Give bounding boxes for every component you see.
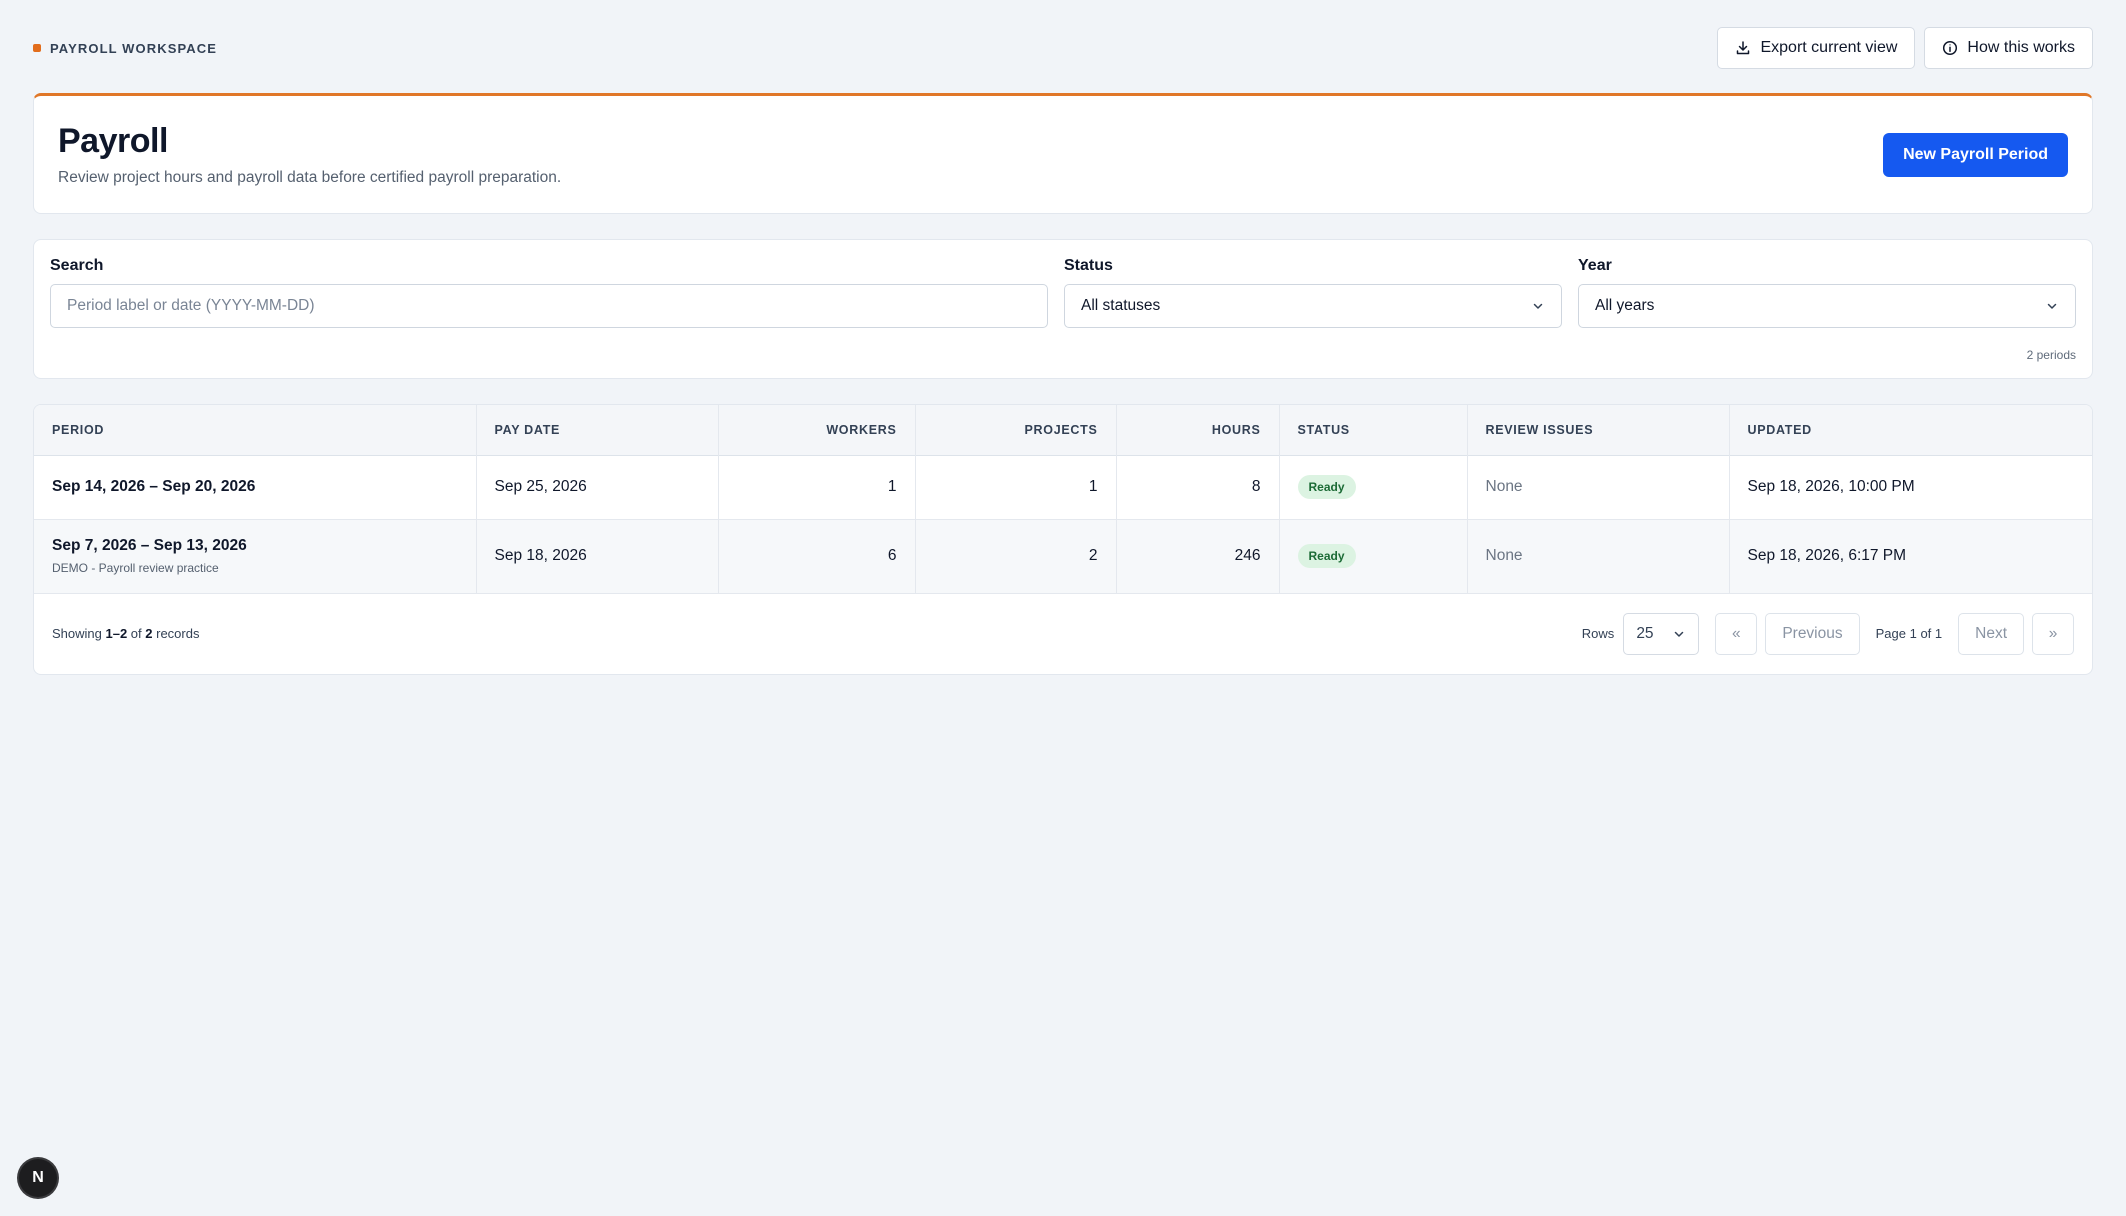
showing-range: 1–2 bbox=[105, 626, 128, 641]
showing-total: 2 bbox=[145, 626, 153, 641]
page-info: Page 1 of 1 bbox=[1875, 626, 1943, 641]
info-icon bbox=[1943, 40, 1958, 56]
search-field: Search bbox=[50, 257, 1048, 328]
workers-cell: 6 bbox=[718, 519, 916, 593]
showing-suffix: records bbox=[152, 626, 200, 641]
search-input[interactable] bbox=[50, 284, 1048, 328]
first-page-button[interactable]: « bbox=[1715, 612, 1758, 655]
column-header-review-issues[interactable]: REVIEW ISSUES bbox=[1467, 405, 1730, 455]
table-row[interactable]: Sep 14, 2026 – Sep 20, 2026 Sep 25, 2026… bbox=[34, 455, 2092, 519]
page-subtitle: Review project hours and payroll data be… bbox=[58, 169, 562, 186]
column-header-projects[interactable]: PROJECTS bbox=[915, 405, 1117, 455]
hours-cell: 246 bbox=[1116, 519, 1280, 593]
download-icon bbox=[1737, 41, 1750, 55]
filter-card: Search Status All statuses Year All year… bbox=[33, 239, 2093, 379]
new-payroll-period-button[interactable]: New Payroll Period bbox=[1883, 132, 2068, 177]
payroll-table-card: PERIOD PAY DATE WORKERS PROJECTS HOURS S… bbox=[33, 404, 2093, 675]
next-page-button[interactable]: Next bbox=[1958, 612, 2024, 655]
column-header-workers[interactable]: WORKERS bbox=[718, 405, 916, 455]
updated-cell: Sep 18, 2026, 6:17 PM bbox=[1747, 547, 1907, 564]
year-select-value: All years bbox=[1595, 297, 1655, 314]
column-header-hours[interactable]: HOURS bbox=[1116, 405, 1280, 455]
projects-cell: 1 bbox=[915, 455, 1117, 519]
chevron-down-icon bbox=[1675, 631, 1684, 637]
export-label: Export current view bbox=[1760, 39, 1898, 56]
workspace-indicator: PAYROLL WORKSPACE bbox=[33, 41, 217, 56]
pagination: Rows 25 « Previous Page 1 of 1 Next » bbox=[1581, 612, 2074, 655]
dev-badge-letter: N bbox=[32, 1169, 44, 1186]
page-heading: Payroll Review project hours and payroll… bbox=[58, 122, 561, 187]
status-badge: Ready bbox=[1297, 475, 1356, 499]
projects-cell: 2 bbox=[915, 519, 1117, 593]
updated-cell: Sep 18, 2026, 10:00 PM bbox=[1747, 478, 1915, 495]
hours-cell: 8 bbox=[1116, 455, 1280, 519]
search-label: Search bbox=[50, 257, 104, 274]
year-label: Year bbox=[1578, 257, 1612, 274]
year-field: Year All years bbox=[1578, 257, 2076, 328]
period-cell: Sep 14, 2026 – Sep 20, 2026 bbox=[34, 455, 477, 519]
workers-cell: 1 bbox=[718, 455, 916, 519]
chevron-down-icon bbox=[1533, 303, 1543, 309]
table-header-row: PERIOD PAY DATE WORKERS PROJECTS HOURS S… bbox=[34, 405, 2092, 455]
payroll-table: PERIOD PAY DATE WORKERS PROJECTS HOURS S… bbox=[34, 405, 2092, 594]
review-issues-cell: None bbox=[1467, 519, 1730, 593]
how-label: How this works bbox=[1967, 39, 2075, 56]
record-count: Showing 1–2 of 2 records bbox=[52, 626, 199, 641]
how-this-works-button[interactable]: How this works bbox=[1924, 27, 2093, 69]
pay-date-cell: Sep 18, 2026 bbox=[476, 519, 719, 593]
table-footer: Showing 1–2 of 2 records Rows 25 « Previ… bbox=[34, 594, 2092, 674]
chevron-down-icon bbox=[2047, 303, 2057, 309]
previous-page-button[interactable]: Previous bbox=[1765, 612, 1860, 655]
workspace-label: PAYROLL WORKSPACE bbox=[50, 40, 218, 56]
top-actions: Export current view How this works bbox=[1717, 27, 2093, 69]
column-header-status[interactable]: STATUS bbox=[1279, 405, 1468, 455]
period-note: DEMO - Payroll review practice bbox=[52, 561, 219, 575]
pay-date-cell: Sep 25, 2026 bbox=[476, 455, 719, 519]
period-range: Sep 14, 2026 – Sep 20, 2026 bbox=[52, 478, 256, 495]
page-title: Payroll bbox=[58, 122, 168, 160]
rows-label: Rows bbox=[1581, 626, 1615, 641]
rows-per-page-select[interactable]: 25 bbox=[1623, 612, 1700, 655]
status-field: Status All statuses bbox=[1064, 257, 1562, 328]
status-label: Status bbox=[1064, 257, 1113, 274]
period-cell: Sep 7, 2026 – Sep 13, 2026 DEMO - Payrol… bbox=[34, 519, 477, 593]
status-select-value: All statuses bbox=[1081, 297, 1161, 314]
showing-mid: of bbox=[127, 626, 146, 641]
rows-per-page-value: 25 bbox=[1636, 624, 1654, 642]
dev-tools-badge[interactable]: N bbox=[19, 1159, 57, 1197]
status-select[interactable]: All statuses bbox=[1064, 284, 1562, 328]
showing-prefix: Showing bbox=[52, 626, 106, 641]
top-bar: PAYROLL WORKSPACE Export current view Ho… bbox=[33, 27, 2093, 69]
review-issues-cell: None bbox=[1467, 455, 1730, 519]
filter-row: Search Status All statuses Year All year… bbox=[50, 257, 2076, 328]
table-row[interactable]: Sep 7, 2026 – Sep 13, 2026 DEMO - Payrol… bbox=[34, 519, 2092, 593]
period-count: 2 periods bbox=[2026, 348, 2076, 362]
column-header-updated[interactable]: UPDATED bbox=[1729, 405, 2092, 455]
status-cell: Ready bbox=[1279, 455, 1468, 519]
export-current-view-button[interactable]: Export current view bbox=[1717, 27, 1916, 69]
status-cell: Ready bbox=[1279, 519, 1468, 593]
last-page-button[interactable]: » bbox=[2032, 612, 2074, 655]
page-header-card: Payroll Review project hours and payroll… bbox=[33, 93, 2093, 214]
column-header-pay-date[interactable]: PAY DATE bbox=[476, 405, 719, 455]
status-badge: Ready bbox=[1297, 544, 1356, 568]
year-select[interactable]: All years bbox=[1578, 284, 2076, 328]
workspace-dot-icon bbox=[33, 44, 41, 52]
column-header-period[interactable]: PERIOD bbox=[34, 405, 477, 455]
period-range: Sep 7, 2026 – Sep 13, 2026 bbox=[52, 537, 247, 554]
